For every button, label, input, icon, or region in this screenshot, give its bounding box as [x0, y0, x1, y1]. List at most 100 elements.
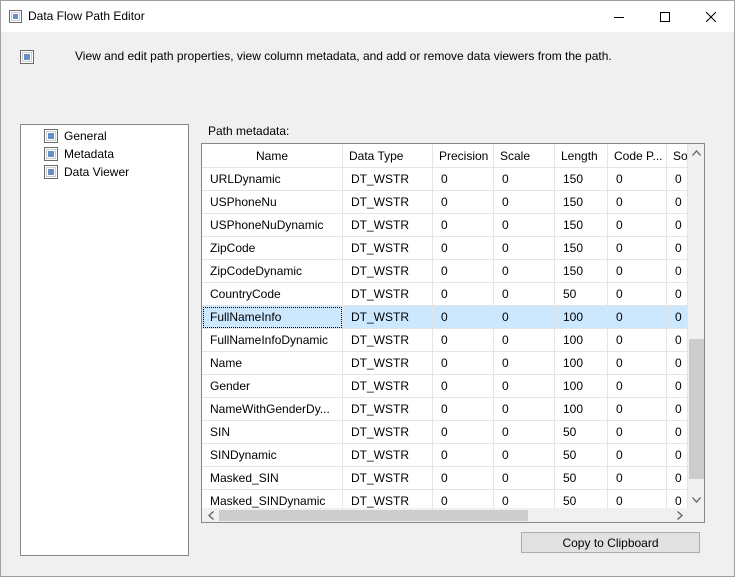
column-header[interactable]: Data Type [343, 144, 433, 168]
table-cell[interactable]: 0 [494, 191, 555, 214]
table-cell[interactable]: 0 [433, 306, 494, 329]
table-cell[interactable]: 0 [667, 352, 688, 375]
table-cell[interactable]: 0 [608, 329, 667, 352]
table-cell[interactable]: 0 [433, 352, 494, 375]
table-cell[interactable]: 0 [667, 191, 688, 214]
column-header[interactable]: Scale [494, 144, 555, 168]
table-cell[interactable]: 150 [555, 168, 608, 191]
table-cell[interactable]: DT_WSTR [343, 444, 433, 467]
scroll-down-button[interactable] [688, 491, 704, 508]
table-cell[interactable]: 0 [494, 421, 555, 444]
column-header[interactable]: Length [555, 144, 608, 168]
column-header[interactable]: Code P... [608, 144, 667, 168]
table-cell[interactable]: 0 [608, 375, 667, 398]
table-cell[interactable]: 150 [555, 214, 608, 237]
table-cell[interactable]: 0 [433, 398, 494, 421]
table-row[interactable]: ZipCodeDynamic DT_WSTR 0 0 150 0 0 [202, 260, 688, 283]
table-row[interactable]: Masked_SINDynamic DT_WSTR 0 0 50 0 0 [202, 490, 688, 508]
table-cell[interactable]: SIN [202, 421, 343, 444]
table-cell[interactable]: 0 [433, 237, 494, 260]
table-row[interactable]: FullNameInfo DT_WSTR 0 0 100 0 0 [202, 306, 688, 329]
table-cell[interactable]: USPhoneNu [202, 191, 343, 214]
table-row[interactable]: Gender DT_WSTR 0 0 100 0 0 [202, 375, 688, 398]
table-cell[interactable]: 0 [667, 490, 688, 508]
table-cell[interactable]: DT_WSTR [343, 306, 433, 329]
table-cell[interactable]: 0 [608, 398, 667, 421]
horizontal-scrollbar[interactable] [202, 508, 688, 522]
nav-item-general[interactable]: General [43, 127, 107, 144]
table-cell[interactable]: URLDynamic [202, 168, 343, 191]
table-cell[interactable]: 0 [667, 283, 688, 306]
table-cell[interactable]: 0 [667, 444, 688, 467]
table-cell[interactable]: 50 [555, 444, 608, 467]
title-bar[interactable]: Data Flow Path Editor [1, 1, 734, 32]
table-cell[interactable]: 0 [494, 490, 555, 508]
table-row[interactable]: ZipCode DT_WSTR 0 0 150 0 0 [202, 237, 688, 260]
table-cell[interactable]: 0 [494, 237, 555, 260]
table-cell[interactable]: DT_WSTR [343, 168, 433, 191]
table-row[interactable]: Name DT_WSTR 0 0 100 0 0 [202, 352, 688, 375]
table-cell[interactable]: 0 [433, 168, 494, 191]
table-cell[interactable]: 0 [494, 306, 555, 329]
table-cell[interactable]: 0 [433, 214, 494, 237]
table-cell[interactable]: 0 [667, 467, 688, 490]
table-cell[interactable]: DT_WSTR [343, 490, 433, 508]
table-cell[interactable]: 0 [494, 329, 555, 352]
table-cell[interactable]: Masked_SIN [202, 467, 343, 490]
table-cell[interactable]: DT_WSTR [343, 352, 433, 375]
table-row[interactable]: SIN DT_WSTR 0 0 50 0 0 [202, 421, 688, 444]
table-cell[interactable]: 0 [608, 237, 667, 260]
table-cell[interactable]: 0 [608, 352, 667, 375]
table-cell[interactable]: 0 [667, 306, 688, 329]
table-cell[interactable]: 100 [555, 306, 608, 329]
horizontal-scroll-thumb[interactable] [219, 510, 528, 521]
scroll-left-button[interactable] [202, 508, 219, 522]
table-cell[interactable]: 0 [667, 260, 688, 283]
table-cell[interactable]: 0 [667, 168, 688, 191]
table-cell[interactable]: FullNameInfoDynamic [202, 329, 343, 352]
table-cell[interactable]: 0 [433, 191, 494, 214]
table-cell[interactable]: 0 [433, 260, 494, 283]
table-cell[interactable]: DT_WSTR [343, 329, 433, 352]
table-row[interactable]: USPhoneNu DT_WSTR 0 0 150 0 0 [202, 191, 688, 214]
table-cell[interactable]: 0 [667, 214, 688, 237]
vertical-scroll-thumb[interactable] [689, 339, 704, 479]
table-row[interactable]: SINDynamic DT_WSTR 0 0 50 0 0 [202, 444, 688, 467]
table-cell[interactable]: 0 [433, 490, 494, 508]
table-cell[interactable]: DT_WSTR [343, 398, 433, 421]
table-cell[interactable]: 0 [494, 467, 555, 490]
table-cell[interactable]: FullNameInfo [202, 306, 343, 329]
table-cell[interactable]: DT_WSTR [343, 191, 433, 214]
table-cell[interactable]: USPhoneNuDynamic [202, 214, 343, 237]
table-cell[interactable]: 0 [608, 444, 667, 467]
table-cell[interactable]: ZipCode [202, 237, 343, 260]
table-cell[interactable]: 0 [433, 467, 494, 490]
table-cell[interactable]: 100 [555, 398, 608, 421]
column-header[interactable]: Name [202, 144, 343, 168]
table-cell[interactable]: 0 [494, 260, 555, 283]
table-cell[interactable]: 0 [608, 260, 667, 283]
scroll-up-button[interactable] [688, 144, 704, 161]
table-cell[interactable]: 0 [608, 490, 667, 508]
table-cell[interactable]: 50 [555, 490, 608, 508]
table-cell[interactable]: 0 [667, 375, 688, 398]
table-cell[interactable]: 0 [667, 329, 688, 352]
close-button[interactable] [688, 1, 734, 32]
maximize-button[interactable] [642, 1, 688, 32]
table-cell[interactable]: 100 [555, 375, 608, 398]
table-cell[interactable]: 0 [494, 168, 555, 191]
table-cell[interactable]: 0 [608, 421, 667, 444]
table-cell[interactable]: 50 [555, 467, 608, 490]
table-cell[interactable]: DT_WSTR [343, 214, 433, 237]
table-cell[interactable]: 0 [608, 191, 667, 214]
table-cell[interactable]: 0 [433, 329, 494, 352]
table-cell[interactable]: 100 [555, 329, 608, 352]
nav-item-metadata[interactable]: Metadata [43, 145, 114, 162]
table-cell[interactable]: 0 [494, 375, 555, 398]
table-cell[interactable]: DT_WSTR [343, 467, 433, 490]
copy-to-clipboard-button[interactable]: Copy to Clipboard [521, 532, 700, 553]
table-cell[interactable]: 0 [494, 283, 555, 306]
table-cell[interactable]: Name [202, 352, 343, 375]
nav-item-data-viewer[interactable]: Data Viewer [43, 163, 129, 180]
table-cell[interactable]: 0 [667, 237, 688, 260]
